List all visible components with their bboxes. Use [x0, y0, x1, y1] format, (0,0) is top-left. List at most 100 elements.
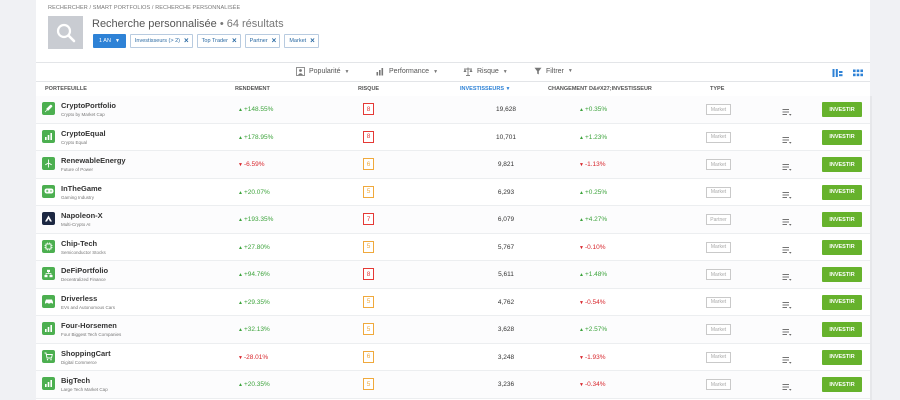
row-menu-icon[interactable]: [782, 159, 792, 171]
table-row[interactable]: Four-Horsemen Four Biggest Tech Companies…: [36, 316, 870, 344]
column-header-type[interactable]: Type: [710, 86, 724, 92]
breadcrumb-separator: /: [89, 5, 92, 11]
breadcrumb-item-current: Recherche personnalisée: [155, 5, 241, 11]
sort-popularity[interactable]: Popularité ▼: [296, 67, 349, 76]
table-row[interactable]: InTheGame Gaming Industry ▲+20.07% 5 6,293 ▲+…: [36, 178, 870, 206]
row-menu-icon[interactable]: [782, 324, 792, 336]
table-header: Portefeuille Rendement Risque Investisse…: [36, 83, 870, 96]
type-badge: Market: [706, 131, 731, 143]
scale-icon: [463, 67, 473, 76]
type-badge: Market: [706, 351, 731, 363]
invest-button[interactable]: INVESTIR: [822, 267, 862, 282]
close-icon[interactable]: ×: [232, 37, 237, 45]
portfolio-name[interactable]: RenewableEnergy: [61, 156, 126, 165]
return-value: ▼-6.59%: [238, 161, 265, 168]
network-icon: [42, 267, 55, 280]
row-menu-icon[interactable]: [782, 187, 792, 199]
risk-badge: 8: [363, 130, 374, 143]
portfolio-name[interactable]: InTheGame: [61, 184, 102, 193]
investors-count: 5,611: [498, 271, 514, 278]
portfolio-name[interactable]: BigTech: [61, 376, 90, 385]
table-row[interactable]: Driverless EVs and Autonomous Cars ▲+29.35…: [36, 288, 870, 316]
close-icon[interactable]: ×: [310, 37, 315, 45]
row-menu-icon[interactable]: [782, 352, 792, 364]
change-text: -0.34%: [584, 381, 606, 388]
portfolio-name[interactable]: Driverless: [61, 294, 97, 303]
close-icon[interactable]: ×: [272, 37, 277, 45]
investors-count: 6,079: [497, 216, 515, 223]
table-row[interactable]: DeFiPortfolio Decentralized Finance ▲+94.7…: [36, 261, 870, 289]
row-menu-icon[interactable]: [782, 242, 792, 254]
portfolio-name[interactable]: CryptoPortfolio: [61, 101, 116, 110]
breadcrumb-item-smart-portfolios[interactable]: Smart Portfolios: [93, 5, 151, 11]
risk-badge: 5: [363, 378, 374, 390]
change-text: -0.10%: [584, 243, 606, 251]
arrow-up-icon: ▲: [238, 107, 243, 113]
rocket-icon: [42, 102, 55, 115]
invest-button[interactable]: INVESTIR: [822, 212, 862, 227]
row-menu-icon[interactable]: [782, 379, 792, 391]
invest-button[interactable]: INVESTIR: [822, 377, 862, 392]
row-menu-icon[interactable]: [782, 297, 792, 309]
return-value: ▼-28.01%: [238, 354, 268, 361]
portfolio-name[interactable]: ShoppingCart: [61, 349, 111, 358]
filter-label: Filtrer: [546, 67, 564, 75]
list-view-icon: [832, 69, 842, 77]
table-row[interactable]: Napoleon-X Multi-Crypto AI ▲+193.35% 7 6,079…: [36, 206, 870, 234]
scrollbar[interactable]: [870, 96, 872, 400]
column-header-investors[interactable]: Investisseurs ▼: [460, 86, 511, 92]
sort-performance[interactable]: Performance ▼: [376, 67, 438, 76]
row-menu-icon[interactable]: [782, 269, 792, 281]
table-row[interactable]: CryptoEqual Crypto Equal ▲+178.95% 8 10,701 ▲…: [36, 123, 870, 151]
grid-view-button[interactable]: [852, 67, 864, 79]
period-dropdown[interactable]: 1 AN ▼: [93, 34, 126, 48]
filter-chip-top-trader: Top Trader ×: [196, 34, 241, 48]
risk-badge: 5: [363, 185, 374, 198]
column-header-return[interactable]: Rendement: [235, 86, 270, 92]
portfolio-table: CryptoPortfolio Crypto by Market Cap ▲+148…: [36, 96, 870, 399]
portfolio-name[interactable]: Chip-Tech: [61, 239, 97, 248]
invest-button[interactable]: INVESTIR: [822, 239, 862, 255]
arrow-up-icon: ▲: [579, 134, 584, 141]
person-icon: [296, 67, 305, 76]
row-menu-icon[interactable]: [782, 214, 792, 226]
close-icon[interactable]: ×: [184, 37, 189, 45]
column-header-change[interactable]: Changement D&#x27;investisseur: [548, 86, 652, 92]
investors-count: 3,236: [497, 381, 515, 388]
return-text: +94.76%: [243, 271, 270, 278]
return-value: ▲+178.95%: [238, 134, 273, 141]
column-header-risk[interactable]: Risque: [358, 86, 379, 92]
invest-button[interactable]: INVESTIR: [822, 349, 862, 365]
table-row[interactable]: RenewableEnergy Future of Power ▼-6.59% 6 9,…: [36, 151, 870, 179]
search-tile: [48, 16, 83, 49]
page-title: Recherche personnalisée • 64 résultats: [92, 18, 284, 30]
invest-button[interactable]: INVESTIR: [822, 157, 862, 172]
investors-count: 19,628: [496, 106, 516, 113]
table-row[interactable]: ShoppingCart Digital Commerce ▼-28.01% 6 3,2…: [36, 343, 870, 371]
portfolio-name[interactable]: CryptoEqual: [61, 129, 106, 138]
filter-chip-label: Partner: [249, 38, 268, 44]
portfolio-name[interactable]: Four-Horsemen: [61, 321, 117, 330]
breadcrumb-item-search[interactable]: Rechercher: [48, 5, 88, 11]
portfolio-name[interactable]: DeFiPortfolio: [61, 266, 108, 275]
sort-risk[interactable]: Risque ▼: [463, 67, 508, 76]
invest-button[interactable]: INVESTIR: [822, 129, 862, 145]
table-row[interactable]: Chip-Tech Semiconductor Stocks ▲+27.80% 5 5,…: [36, 233, 870, 261]
invest-button[interactable]: INVESTIR: [822, 294, 862, 310]
portfolio-subtitle: Multi-Crypto AI: [61, 222, 91, 227]
investor-change: ▼-1.13%: [579, 161, 606, 168]
row-menu-icon[interactable]: [782, 132, 792, 144]
investor-change: ▲+0.25%: [579, 189, 607, 196]
invest-button[interactable]: INVESTIR: [822, 322, 862, 337]
invest-button[interactable]: INVESTIR: [822, 184, 862, 200]
filter-button[interactable]: Filtrer ▼: [534, 67, 573, 75]
table-row[interactable]: CryptoPortfolio Crypto by Market Cap ▲+148…: [36, 96, 870, 124]
row-menu-icon[interactable]: [782, 104, 792, 116]
portfolio-name[interactable]: Napoleon-X: [61, 211, 103, 220]
list-view-button[interactable]: [831, 67, 843, 79]
risk-badge: 7: [363, 213, 374, 225]
invest-button[interactable]: INVESTIR: [822, 102, 862, 117]
table-row[interactable]: BigTech Large Tech Market Cap ▲+20.35% 5 3,2…: [36, 371, 870, 399]
column-header-portfolio[interactable]: Portefeuille: [45, 86, 87, 92]
return-value: ▲+20.35%: [238, 381, 270, 388]
